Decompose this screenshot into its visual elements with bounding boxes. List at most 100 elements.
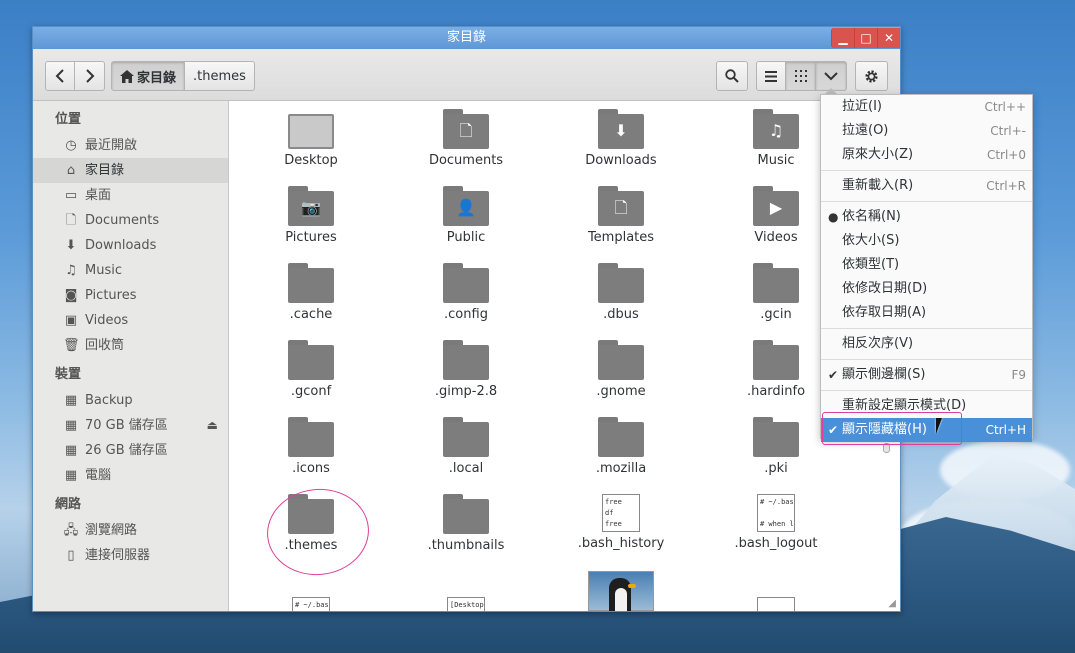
sidebar-item-music[interactable]: ♫ Music bbox=[33, 258, 228, 283]
film-icon: ▣ bbox=[64, 313, 78, 328]
menu-separator bbox=[821, 390, 1032, 391]
breadcrumb-home-label: 家目錄 bbox=[137, 70, 177, 86]
trash-icon: 🗑 bbox=[63, 338, 80, 353]
resize-grip-icon[interactable]: ◢ bbox=[888, 598, 896, 609]
file-name: .cache bbox=[289, 307, 333, 322]
menu-item-label: 相反次序(V) bbox=[842, 336, 914, 351]
menu-item[interactable]: 依大小(S) bbox=[821, 229, 1032, 253]
file-name: .bash_logout bbox=[734, 536, 818, 551]
menu-item[interactable]: 依類型(T) bbox=[821, 253, 1032, 277]
file-item[interactable]: Desktop bbox=[246, 109, 376, 168]
file-name: .bash_history bbox=[577, 536, 665, 551]
file-item[interactable] bbox=[711, 597, 841, 611]
titlebar[interactable]: 家目錄 ▁ □ ✕ bbox=[33, 27, 900, 49]
file-item[interactable]: ⬇ Downloads bbox=[556, 109, 686, 168]
file-item[interactable]: 🗋 Templates bbox=[556, 186, 686, 245]
file-item[interactable]: .thumbnails bbox=[401, 494, 531, 553]
breadcrumb-home[interactable]: 家目錄 bbox=[111, 61, 186, 91]
main-area: 位置 ◷ 最近開啟 ⌂ 家目錄 ▭ 桌面 🗋 Documents ⬇ Downloads … bbox=[33, 101, 900, 611]
close-button[interactable]: ✕ bbox=[877, 28, 900, 48]
file-item[interactable]: .local bbox=[401, 417, 531, 476]
file-item[interactable]: 👤 Public bbox=[401, 186, 531, 245]
sidebar-item-desktop[interactable]: ▭ 桌面 bbox=[33, 183, 228, 208]
file-item[interactable]: 📷 Pictures bbox=[246, 186, 376, 245]
sidebar-section-network: 網路 bbox=[55, 497, 82, 512]
sidebar-item-videos[interactable]: ▣ Videos bbox=[33, 308, 228, 333]
menu-item[interactable]: 拉遠(O) Ctrl+- bbox=[821, 119, 1032, 143]
file-name: .config bbox=[444, 307, 488, 322]
menu-separator bbox=[821, 201, 1032, 202]
file-item[interactable]: .gimp-2.8 bbox=[401, 340, 531, 399]
file-item[interactable]: free df free .bash_history bbox=[556, 494, 686, 551]
breadcrumb-current[interactable]: .themes bbox=[185, 61, 255, 91]
view-buttons bbox=[756, 61, 847, 91]
file-item[interactable]: .icons bbox=[246, 417, 376, 476]
home-icon: ⌂ bbox=[66, 163, 76, 178]
sidebar-item-connect-server[interactable]: ▯ 連接伺服器 bbox=[33, 543, 228, 568]
file-item[interactable]: .config bbox=[401, 263, 531, 322]
menu-item[interactable]: 依存取日期(A) bbox=[821, 301, 1032, 325]
file-item[interactable]: [Desktop] bbox=[401, 597, 531, 611]
file-item[interactable] bbox=[556, 571, 686, 611]
file-item[interactable]: .dbus bbox=[556, 263, 686, 322]
file-item[interactable]: # ~/.bash_ # when le .bash_logout bbox=[711, 494, 841, 551]
grid-view-button[interactable] bbox=[786, 61, 816, 91]
sidebar-item-label: 26 GB 儲存區 bbox=[85, 443, 168, 458]
file-name: .gconf bbox=[290, 384, 332, 399]
sidebar-item-recent[interactable]: ◷ 最近開啟 bbox=[33, 133, 228, 158]
sidebar-item-trash[interactable]: 🗑 回收筒 bbox=[33, 333, 228, 358]
file-view[interactable]: Desktop 🗋 Documents ⬇ Downloads ♫ Music 📷 Pictur… bbox=[229, 101, 900, 611]
menu-item[interactable]: 重新載入(R) Ctrl+R bbox=[821, 174, 1032, 198]
file-name: .thumbnails bbox=[427, 538, 505, 553]
file-item[interactable]: .gnome bbox=[556, 340, 686, 399]
sidebar-item-26gb[interactable]: ▦ 26 GB 儲存區 bbox=[33, 438, 228, 463]
sidebar-item-backup[interactable]: ▦ Backup bbox=[33, 388, 228, 413]
maximize-button[interactable]: □ bbox=[854, 28, 877, 48]
desktop-icon: ▭ bbox=[64, 188, 78, 203]
list-view-button[interactable] bbox=[756, 61, 786, 91]
sidebar-item-label: 最近開啟 bbox=[85, 138, 138, 153]
folder-icon bbox=[288, 263, 334, 303]
home-icon bbox=[120, 69, 134, 83]
forward-button[interactable] bbox=[75, 61, 105, 91]
sidebar-item-70gb[interactable]: ▦ 70 GB 儲存區 ⏏ bbox=[33, 413, 228, 438]
file-name: .pki bbox=[764, 461, 788, 476]
sidebar-item-label: Backup bbox=[85, 393, 133, 408]
sidebar-item-documents[interactable]: 🗋 Documents bbox=[33, 208, 228, 233]
sidebar-item-label: Pictures bbox=[85, 288, 137, 303]
folder-icon bbox=[443, 494, 489, 534]
sidebar-item-pictures[interactable]: ◙ Pictures bbox=[33, 283, 228, 308]
menu-item[interactable]: 相反次序(V) bbox=[821, 332, 1032, 356]
menu-item[interactable]: ✔ 顯示側邊欄(S) F9 bbox=[821, 363, 1032, 387]
folder-icon bbox=[598, 263, 644, 303]
sidebar-item-home[interactable]: ⌂ 家目錄 bbox=[33, 158, 228, 183]
file-item[interactable]: 🗋 Documents bbox=[401, 109, 531, 168]
search-button[interactable] bbox=[716, 61, 748, 91]
file-item[interactable]: .cache bbox=[246, 263, 376, 322]
sidebar-item-label: 70 GB 儲存區 bbox=[85, 418, 168, 433]
back-button[interactable] bbox=[45, 61, 75, 91]
menu-item[interactable]: 原來大小(Z) Ctrl+0 bbox=[821, 143, 1032, 167]
sidebar-item-computer[interactable]: ▦ 電腦 bbox=[33, 463, 228, 488]
sidebar: 位置 ◷ 最近開啟 ⌂ 家目錄 ▭ 桌面 🗋 Documents ⬇ Downloads … bbox=[33, 101, 229, 611]
folder-icon bbox=[753, 263, 799, 303]
checkmark-icon: ✔ bbox=[828, 368, 839, 382]
file-name: .gnome bbox=[596, 384, 646, 399]
settings-button[interactable] bbox=[855, 61, 888, 91]
file-name: Public bbox=[446, 230, 486, 245]
folder-icon: ▶ bbox=[753, 186, 799, 226]
file-item[interactable]: # ~/.bashr bbox=[246, 597, 376, 611]
menu-item[interactable]: 拉近(I) Ctrl++ bbox=[821, 95, 1032, 119]
sidebar-item-browse-network[interactable]: 🖧 瀏覽網路 bbox=[33, 518, 228, 543]
menu-item-label: 顯示側邊欄(S) bbox=[842, 367, 926, 382]
folder-icon: 👤 bbox=[443, 186, 489, 226]
view-menu: 拉近(I) Ctrl++ 拉遠(O) Ctrl+- 原來大小(Z) Ctrl+0 重新載入(… bbox=[820, 94, 1033, 442]
minimize-button[interactable]: ▁ bbox=[831, 28, 854, 48]
file-item[interactable]: .gconf bbox=[246, 340, 376, 399]
menu-item[interactable]: ● 依名稱(N) bbox=[821, 205, 1032, 229]
sidebar-item-downloads[interactable]: ⬇ Downloads bbox=[33, 233, 228, 258]
eject-icon[interactable]: ⏏ bbox=[207, 413, 218, 438]
view-menu-button[interactable] bbox=[816, 61, 847, 91]
file-item[interactable]: .mozilla bbox=[556, 417, 686, 476]
menu-item[interactable]: 依修改日期(D) bbox=[821, 277, 1032, 301]
